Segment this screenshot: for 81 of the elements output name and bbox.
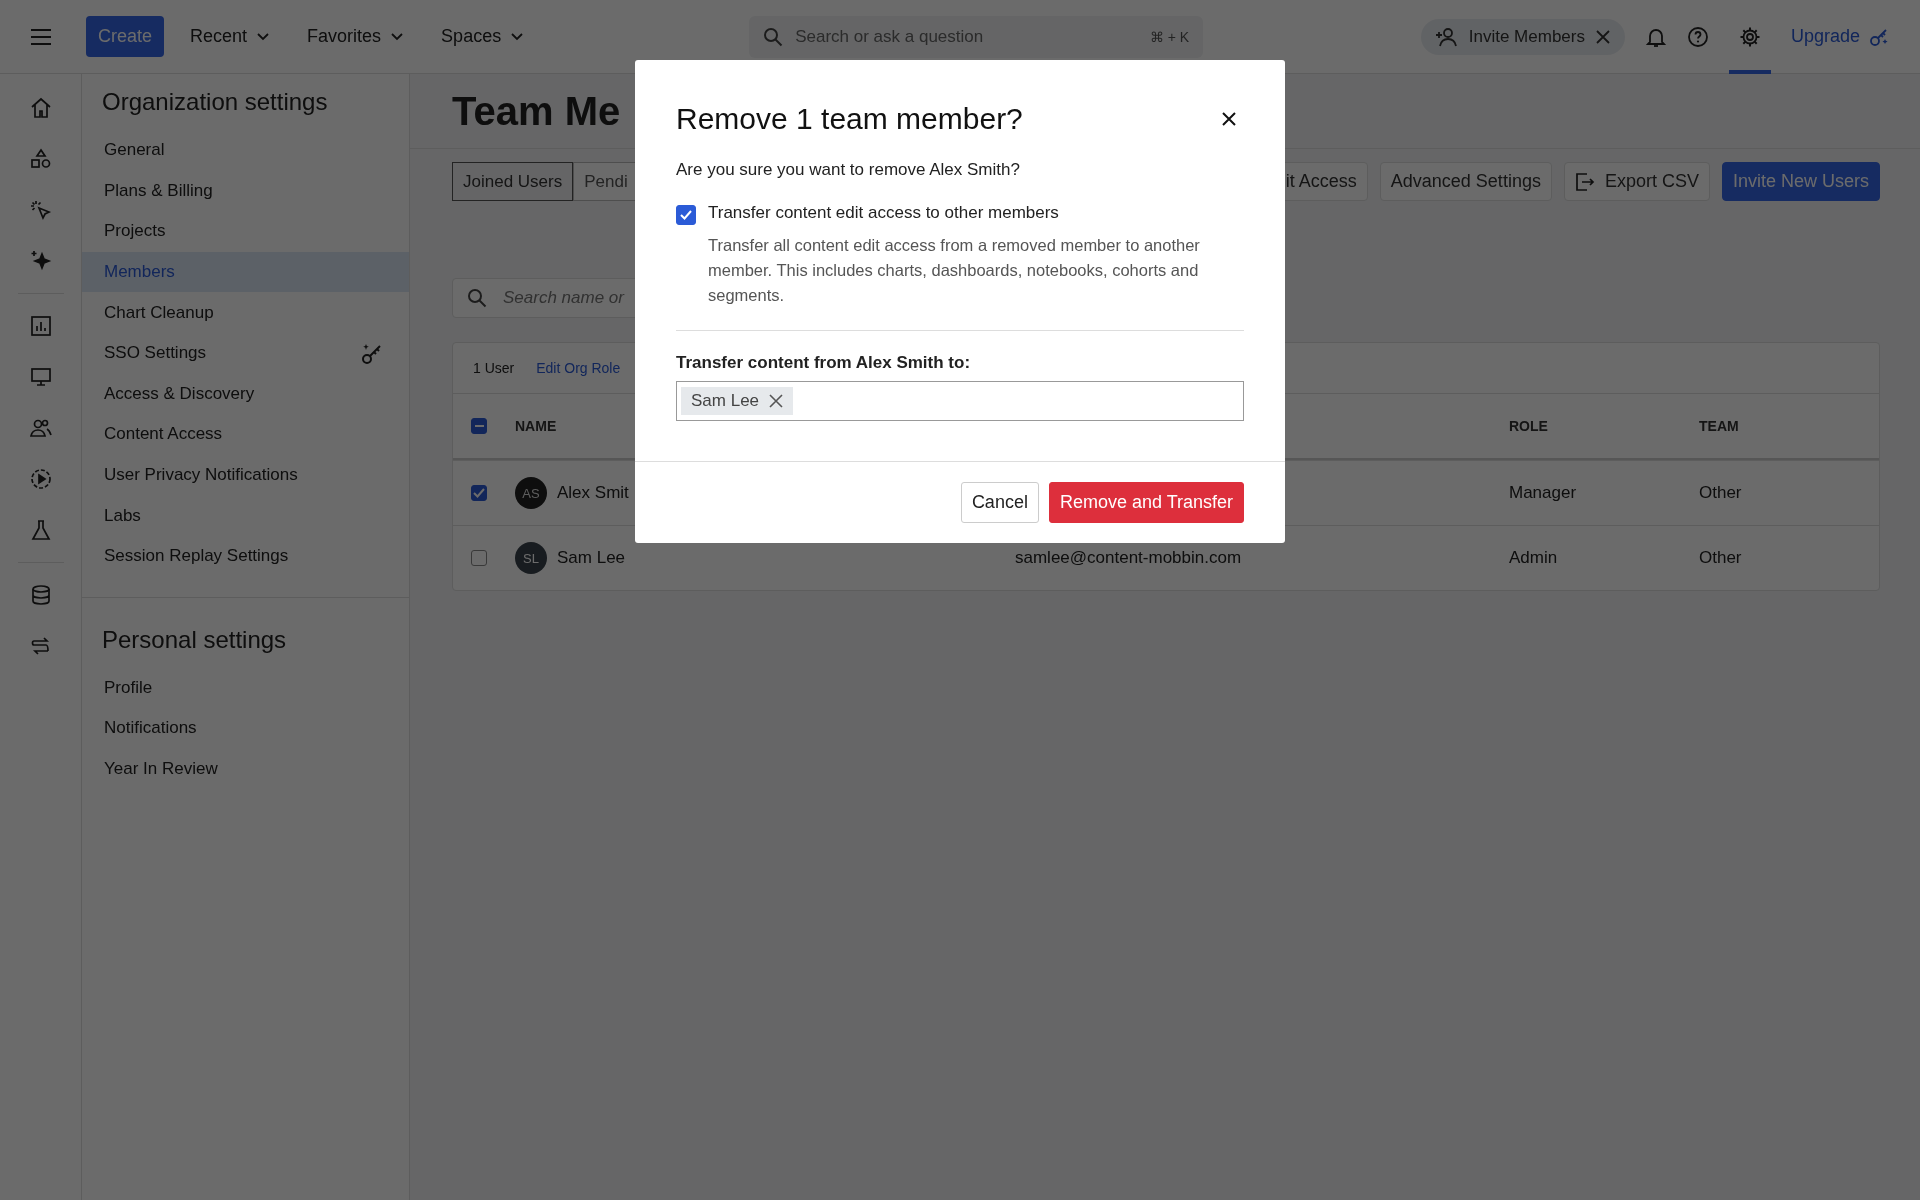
chevron-down-icon xyxy=(257,32,270,41)
keyboard-shortcut: ⌘ + K xyxy=(1149,28,1190,45)
cursor-click-icon[interactable] xyxy=(29,199,52,221)
people-icon[interactable] xyxy=(29,417,52,439)
search-bar[interactable]: Search or ask a question ⌘ + K xyxy=(749,15,1204,58)
search-icon xyxy=(763,26,784,47)
play-circle-icon[interactable] xyxy=(29,468,52,490)
member-team: Other xyxy=(1699,548,1742,567)
field-label: Transfer content from Alex Smith to: xyxy=(676,353,972,373)
remove-icon[interactable] xyxy=(769,394,784,408)
upgrade-link[interactable]: Upgrade xyxy=(1790,25,1890,48)
transfer-checkbox[interactable] xyxy=(676,205,696,225)
add-person-icon xyxy=(1434,26,1459,47)
nav-menu[interactable]: Recent xyxy=(178,18,282,55)
cancel-button[interactable]: Cancel xyxy=(960,482,1039,523)
sidebar-item[interactable]: Members xyxy=(82,251,409,293)
member-role: Admin xyxy=(1509,548,1558,567)
dialog-title: Remove 1 team member? xyxy=(676,102,1023,136)
sidebar-item[interactable]: Notifications xyxy=(82,708,409,749)
avatar: AS xyxy=(515,477,547,509)
close-icon[interactable] xyxy=(1221,111,1237,127)
menu-icon[interactable] xyxy=(30,27,52,46)
sidebar-item[interactable]: General xyxy=(82,130,409,171)
export-button[interactable]: Export CSV xyxy=(1563,162,1710,201)
sidebar-item[interactable]: Plans & Billing xyxy=(82,170,409,212)
section-heading: Personal settings xyxy=(102,624,288,654)
sidebar-item[interactable]: User Privacy Notifications xyxy=(82,454,409,496)
member-email: samlee@content-mobbin.com xyxy=(1015,548,1242,567)
sidebar-item[interactable]: Profile xyxy=(82,667,409,709)
database-icon[interactable] xyxy=(29,584,52,606)
checkmark-icon xyxy=(473,488,485,498)
chevron-down-icon xyxy=(511,32,524,41)
section-heading: Organization settings xyxy=(102,87,329,116)
member-role: Manager xyxy=(1509,483,1577,502)
sidebar-item[interactable]: Access & Discovery xyxy=(82,373,409,415)
export-icon xyxy=(1574,171,1595,192)
page-title: Team Me xyxy=(452,88,621,134)
selection-count: 1 User xyxy=(473,360,515,376)
nav-menu[interactable]: Favorites xyxy=(295,18,416,55)
monitor-icon[interactable] xyxy=(29,366,52,388)
bar-chart-icon[interactable] xyxy=(29,315,52,337)
toolbar-button[interactable]: Advanced Settings xyxy=(1379,162,1552,201)
dialog-message: Are you sure you want to remove Alex Smith? xyxy=(676,160,1021,180)
search-field[interactable]: Search or ask a question xyxy=(793,25,1140,48)
chevron-down-icon xyxy=(391,32,404,41)
member-name: Alex Smit xyxy=(557,483,629,503)
sidebar-item[interactable]: Projects xyxy=(82,211,409,252)
select-all-checkbox[interactable] xyxy=(471,418,487,434)
avatar: SL xyxy=(515,542,547,574)
flask-icon[interactable] xyxy=(29,519,52,541)
column-header: ROLE xyxy=(1509,418,1548,434)
checkbox-label: Transfer content edit access to other members xyxy=(708,203,1060,223)
recipient-name: Sam Lee xyxy=(691,391,760,411)
search-icon xyxy=(467,288,487,308)
member-team: Other xyxy=(1699,483,1742,502)
edit-org-role-link[interactable]: Edit Org Role xyxy=(536,360,621,376)
sparkle-icon[interactable] xyxy=(29,250,52,272)
shapes-icon[interactable] xyxy=(29,148,52,170)
row-checkbox[interactable] xyxy=(471,485,487,501)
sidebar-item[interactable]: Labs xyxy=(82,495,409,536)
column-header: TEAM xyxy=(1699,418,1739,434)
sidebar-item[interactable]: Session Replay Settings xyxy=(82,535,409,577)
create-button[interactable]: Create xyxy=(86,16,165,57)
sidebar-item[interactable]: SSO Settings xyxy=(82,332,409,374)
sidebar-item[interactable]: Chart Cleanup xyxy=(82,292,409,333)
invite-members-chip[interactable]: Invite Members xyxy=(1420,18,1625,55)
member-name: Sam Lee xyxy=(557,548,626,568)
sidebar-item[interactable]: Content Access xyxy=(82,414,409,455)
recipient-chip[interactable]: Sam Lee xyxy=(681,387,794,415)
remove-and-transfer-button[interactable]: Remove and Transfer xyxy=(1048,482,1244,523)
row-checkbox[interactable] xyxy=(471,550,487,566)
invite-members-label: Invite Members xyxy=(1468,26,1585,47)
tab[interactable]: Joined Users xyxy=(452,162,574,201)
sidebar-item[interactable]: Year In Review xyxy=(82,748,409,790)
invite-users-button[interactable]: Invite New Users xyxy=(1721,162,1880,201)
nav-menu[interactable]: Spaces xyxy=(429,18,536,55)
home-icon[interactable] xyxy=(29,97,52,119)
recipient-field[interactable]: Sam Lee xyxy=(676,381,1244,421)
checkmark-icon xyxy=(680,210,692,220)
column-header: NAME xyxy=(515,418,557,434)
swap-arrows-icon[interactable] xyxy=(29,635,52,657)
